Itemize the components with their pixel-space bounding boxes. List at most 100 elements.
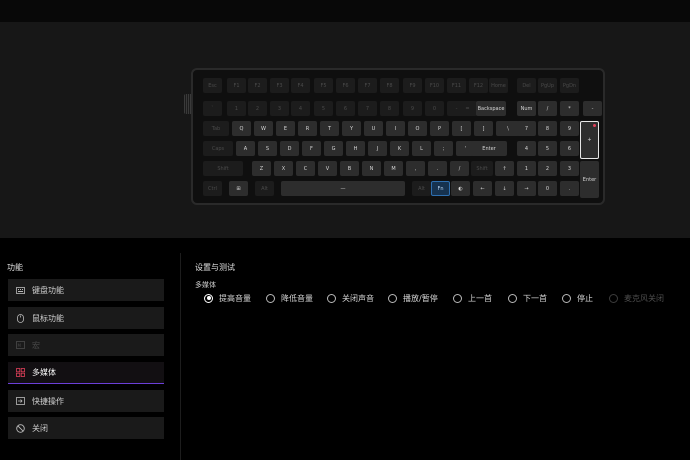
key-z-row-1[interactable]: Z [252,161,271,176]
key-z-row-7[interactable]: M [384,161,403,176]
key-f4[interactable]: F4 [291,78,310,93]
key-num-9[interactable]: 9 [403,101,422,116]
key-z-row-3[interactable]: C [296,161,315,176]
key-fn[interactable]: Fn [431,181,450,196]
radio-mute[interactable]: 关闭声音 [327,292,374,304]
key-num-15[interactable]: / [538,101,557,116]
key-z-row-4[interactable]: V [318,161,337,176]
key-i[interactable]: I [386,121,405,136]
key-num-3[interactable]: 3 [270,101,289,116]
key-f10[interactable]: F10 [425,78,444,93]
key-tab[interactable]: Tab [203,121,229,136]
sidebar-item-macro[interactable]: M 宏 [8,334,164,356]
key-z-row-5[interactable]: B [340,161,359,176]
key-num-5[interactable]: 5 [314,101,333,116]
key-semicolon[interactable]: ; [434,141,453,156]
key-z-row-2[interactable]: X [274,161,293,176]
key-esc[interactable]: Esc [203,78,222,93]
key-menu[interactable]: ◐ [451,181,470,196]
key-num-1[interactable]: 1 [227,101,246,116]
key-8[interactable]: 8 [538,121,557,136]
key-f5[interactable]: F5 [314,78,333,93]
key-num-7[interactable]: 7 [358,101,377,116]
key-o[interactable]: O [408,121,427,136]
radio-play-pause[interactable]: 播放/暂停 [388,292,438,304]
key-l[interactable]: L [412,141,431,156]
key-f3[interactable]: F3 [270,78,289,93]
sidebar-item-mouse-function[interactable]: 鼠标功能 [8,307,164,329]
radio-volume-down[interactable]: 降低音量 [266,292,313,304]
key-z-row-15[interactable]: 3 [560,161,579,176]
key-alt-left[interactable]: Alt [255,181,274,196]
key-num-17[interactable]: - [583,101,602,116]
key-z-row-6[interactable]: N [362,161,381,176]
sidebar-item-multimedia[interactable]: 多媒体 [8,362,164,384]
key-h[interactable]: H [346,141,365,156]
key-left[interactable]: ← [473,181,492,196]
key-pgup[interactable]: PgUp [538,78,557,93]
radio-mic-off[interactable]: 麦克风关闭 [609,292,664,304]
key-f[interactable]: F [302,141,321,156]
key-j[interactable]: J [368,141,387,156]
key-num-0[interactable]: 0 [538,181,557,196]
key-5[interactable]: 5 [538,141,557,156]
key-f8[interactable]: F8 [380,78,399,93]
key-][interactable]: ] [474,121,493,136]
key-enter[interactable]: Enter [471,141,507,156]
radio-volume-up[interactable]: 提高音量 [204,292,251,304]
key-space[interactable]: — [281,181,405,196]
key-4[interactable]: 4 [517,141,536,156]
radio-next-track[interactable]: 下一首 [508,292,547,304]
key-num-16[interactable]: * [560,101,579,116]
key-num-8[interactable]: 8 [380,101,399,116]
key-k[interactable]: K [390,141,409,156]
key-7[interactable]: 7 [517,121,536,136]
key-ctrl[interactable]: Ctrl [203,181,222,196]
key-right[interactable]: → [517,181,536,196]
key-f2[interactable]: F2 [248,78,267,93]
radio-previous-track[interactable]: 上一首 [453,292,492,304]
key-s[interactable]: S [258,141,277,156]
key-num-dot[interactable]: . [560,181,579,196]
key-[[interactable]: [ [452,121,471,136]
key-num-6[interactable]: 6 [336,101,355,116]
key-f1[interactable]: F1 [227,78,246,93]
key-numpad-enter[interactable]: Enter [580,161,599,198]
key-num-2[interactable]: 2 [248,101,267,116]
key-windows[interactable]: ⊞ [229,181,248,196]
key-num-12[interactable]: = [458,101,477,116]
key-y[interactable]: Y [342,121,361,136]
key-z-row-9[interactable]: . [428,161,447,176]
key-home[interactable]: Home [489,78,508,93]
key-p[interactable]: P [430,121,449,136]
key-e[interactable]: E [276,121,295,136]
key-z-row-13[interactable]: 1 [517,161,536,176]
sidebar-item-keyboard-function[interactable]: 键盘功能 [8,279,164,301]
key-r[interactable]: R [298,121,317,136]
key-f6[interactable]: F6 [336,78,355,93]
key-9[interactable]: 9 [560,121,579,136]
key-num-10[interactable]: 0 [425,101,444,116]
key-f7[interactable]: F7 [358,78,377,93]
key-del[interactable]: Del [517,78,536,93]
key-a[interactable]: A [236,141,255,156]
key-q[interactable]: Q [232,121,251,136]
key-left-shift[interactable]: Shift [203,161,243,176]
radio-stop[interactable]: 停止 [562,292,593,304]
key-numpad-plus[interactable]: + [580,121,599,159]
key-alt-right[interactable]: Alt [412,181,431,196]
key-w[interactable]: W [254,121,273,136]
key-down[interactable]: ↓ [495,181,514,196]
key-num-0[interactable]: ` [203,101,222,116]
key-g[interactable]: G [324,141,343,156]
key-t[interactable]: T [320,121,339,136]
key-d[interactable]: D [280,141,299,156]
key-backspace[interactable]: Backspace [476,101,506,116]
key-caps[interactable]: Caps [203,141,233,156]
key-up-arrow[interactable]: ↑ [495,161,514,176]
key-z-row-14[interactable]: 2 [538,161,557,176]
key-num-4[interactable]: 4 [291,101,310,116]
key-6[interactable]: 6 [560,141,579,156]
key-f9[interactable]: F9 [403,78,422,93]
key-right-shift[interactable]: Shift [471,161,493,176]
